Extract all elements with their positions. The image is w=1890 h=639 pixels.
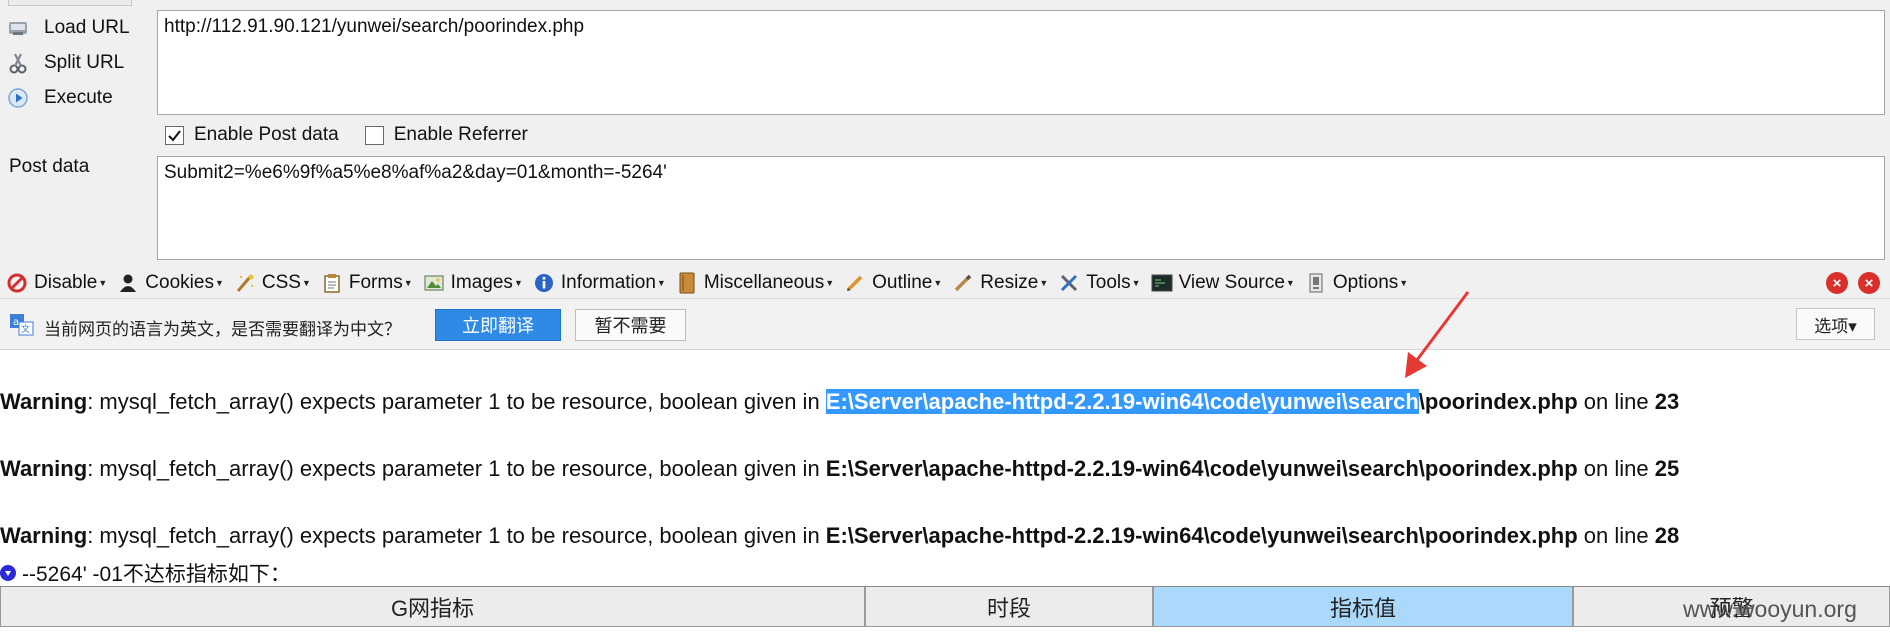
menu-view-source-label: View Source [1178, 272, 1285, 293]
menu-outline[interactable]: Outline ▼ [844, 272, 942, 294]
load-url-label: Load URL [44, 16, 130, 38]
result-text: --5264' -01不达标指标如下： [22, 563, 291, 586]
result-line: --5264' -01不达标指标如下： [0, 558, 291, 588]
menu-forms-label: Forms [348, 272, 403, 293]
close-toolbar-icon[interactable]: × [1858, 272, 1880, 294]
menu-tools[interactable]: Tools ▼ [1058, 272, 1141, 294]
post-data-label: Post data [9, 156, 90, 177]
menu-information-label: Information [560, 272, 656, 293]
view-source-icon [1151, 272, 1173, 294]
menu-miscellaneous[interactable]: Miscellaneous ▼ [676, 272, 834, 294]
post-data-input[interactable]: Submit2=%e6%9f%a5%e8%af%a2&day=01&month=… [157, 156, 1885, 260]
menu-options-label: Options [1332, 272, 1399, 293]
translate-options-button[interactable]: 选项▾ [1796, 308, 1875, 340]
menu-css[interactable]: CSS ▼ [234, 272, 311, 294]
warning-line-number: 28 [1654, 523, 1680, 548]
miscellaneous-icon [676, 272, 698, 294]
disable-icon [6, 272, 28, 294]
warning-line-1: Warning: mysql_fetch_array() expects par… [0, 389, 1679, 415]
web-developer-toolbar: Disable ▼ Cookies ▼ CSS ▼ Forms ▼ Images ▼ In… [0, 268, 1890, 298]
not-now-button[interactable]: 暂不需要 [575, 309, 686, 341]
menu-disable-label: Disable [34, 272, 98, 293]
outline-icon [844, 272, 866, 294]
split-url-label: Split URL [44, 51, 125, 73]
hackbar-actions: Load URL Split URL Execute [6, 10, 146, 115]
translate-now-button[interactable]: 立即翻译 [435, 309, 561, 341]
warning-on-line: on line [1577, 389, 1655, 414]
translate-icon: a文 [10, 314, 34, 336]
warning-on-line: on line [1577, 456, 1655, 481]
warning-label: Warning [0, 456, 88, 481]
translate-prompt: 当前网页的语言为英文，是否需要翻译为中文？ [44, 320, 401, 339]
images-icon [423, 272, 445, 294]
warning-path: E:\Server\apache-httpd-2.2.19-win64\code… [825, 456, 1578, 481]
menu-cookies-label: Cookies [145, 272, 214, 293]
warning-line-number: 25 [1654, 456, 1680, 481]
svg-text:文: 文 [21, 323, 30, 335]
svg-text:a: a [13, 317, 19, 328]
load-url-button[interactable]: Load URL [6, 10, 146, 45]
menu-information[interactable]: Information ▼ [533, 272, 666, 294]
enable-post-checkbox[interactable] [165, 125, 184, 145]
close-red-icon[interactable]: × [1826, 272, 1848, 294]
menu-images[interactable]: Images ▼ [423, 272, 523, 294]
menu-view-source[interactable]: View Source ▼ [1151, 272, 1295, 294]
split-url-button[interactable]: Split URL [6, 45, 146, 80]
warning-message: : mysql_fetch_array() expects parameter … [87, 523, 826, 548]
warning-message: : mysql_fetch_array() expects parameter … [87, 389, 826, 414]
column-header-indicator-value[interactable]: 指标值 [1153, 587, 1573, 627]
execute-icon [6, 86, 30, 110]
tools-icon [1058, 272, 1080, 294]
warning-line-2: Warning: mysql_fetch_array() expects par… [0, 456, 1679, 482]
warning-line-number: 23 [1654, 389, 1680, 414]
indicator-table-header: G网指标 时段 指标值 预警 [0, 586, 1890, 627]
column-header-g-network[interactable]: G网指标 [0, 587, 865, 627]
arrow-down-bullet-icon [0, 565, 16, 581]
warning-line-3: Warning: mysql_fetch_array() expects par… [0, 523, 1679, 549]
enable-post-label: Enable Post data [194, 124, 339, 145]
menu-resize[interactable]: Resize ▼ [952, 272, 1048, 294]
menu-css-label: CSS [261, 272, 301, 293]
menu-resize-label: Resize [980, 272, 1039, 293]
warning-label: Warning [0, 523, 88, 548]
hackbar-panel: Load URL Split URL Execute http://112.91… [0, 0, 1890, 268]
warning-message: : mysql_fetch_array() expects parameter … [87, 456, 826, 481]
menu-images-label: Images [450, 272, 513, 293]
url-input[interactable]: http://112.91.90.121/yunwei/search/poori… [157, 10, 1885, 115]
menu-tools-label: Tools [1086, 272, 1131, 293]
menu-cookies[interactable]: Cookies ▼ [117, 272, 224, 294]
hackbar-top-edge [8, 0, 132, 6]
menu-outline-label: Outline [872, 272, 933, 293]
execute-label: Execute [44, 86, 113, 108]
warning-label: Warning [0, 389, 88, 414]
execute-button[interactable]: Execute [6, 80, 146, 115]
menu-forms[interactable]: Forms ▼ [321, 272, 413, 294]
forms-icon [321, 272, 343, 294]
enable-referrer-checkbox[interactable] [364, 125, 384, 145]
translate-bar: a文 当前网页的语言为英文，是否需要翻译为中文？ 立即翻译 暂不需要 选项▾ [0, 298, 1890, 350]
cookies-icon [117, 272, 139, 294]
warning-path: E:\Server\apache-httpd-2.2.19-win64\code… [825, 523, 1578, 548]
warning-path-rest: \poorindex.php [1418, 389, 1578, 414]
scissors-icon [6, 51, 30, 75]
enable-referrer-label: Enable Referrer [393, 124, 528, 145]
menu-miscellaneous-label: Miscellaneous [703, 272, 825, 293]
post-options: Enable Post data Enable Referrer [165, 124, 554, 146]
options-icon [1305, 272, 1327, 294]
load-url-icon [6, 16, 30, 40]
watermark: www.wooyun.org [1683, 596, 1857, 622]
resize-icon [952, 272, 974, 294]
column-header-period[interactable]: 时段 [865, 587, 1153, 627]
menu-disable[interactable]: Disable ▼ [6, 272, 107, 294]
menu-options[interactable]: Options ▼ [1305, 272, 1408, 294]
css-icon [234, 272, 256, 294]
information-icon [533, 272, 555, 294]
warning-on-line: on line [1577, 523, 1655, 548]
selected-path: E:\Server\apache-httpd-2.2.19-win64\code… [825, 389, 1419, 414]
